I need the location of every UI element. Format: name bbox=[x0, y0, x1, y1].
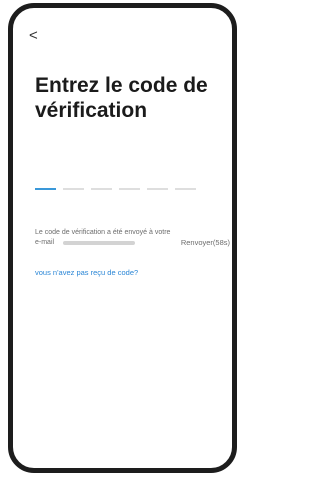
code-slot[interactable] bbox=[175, 188, 196, 190]
phone-frame: < Entrez le code de vérification Le code… bbox=[8, 3, 237, 473]
masked-email bbox=[63, 240, 136, 245]
email-group: e-mail bbox=[35, 238, 136, 247]
code-slot[interactable] bbox=[63, 188, 84, 190]
info-line: Le code de vérification a été envoyé à v… bbox=[35, 229, 171, 236]
info-email-row: e-mail Renvoyer(58s) bbox=[35, 238, 230, 247]
page-title: Entrez le code de vérification bbox=[35, 74, 208, 122]
code-slot[interactable] bbox=[35, 188, 56, 190]
no-code-received-link[interactable]: vous n'avez pas reçu de code? bbox=[35, 268, 138, 277]
code-sent-message: Le code de vérification a été envoyé à v… bbox=[35, 228, 230, 247]
code-slot[interactable] bbox=[119, 188, 140, 190]
email-label: e-mail bbox=[35, 239, 55, 246]
code-slot[interactable] bbox=[147, 188, 168, 190]
chevron-left-icon[interactable]: < bbox=[29, 28, 38, 43]
code-slot[interactable] bbox=[91, 188, 112, 190]
resend-button[interactable]: Renvoyer(58s) bbox=[181, 238, 230, 247]
verification-code-input[interactable] bbox=[35, 188, 196, 190]
